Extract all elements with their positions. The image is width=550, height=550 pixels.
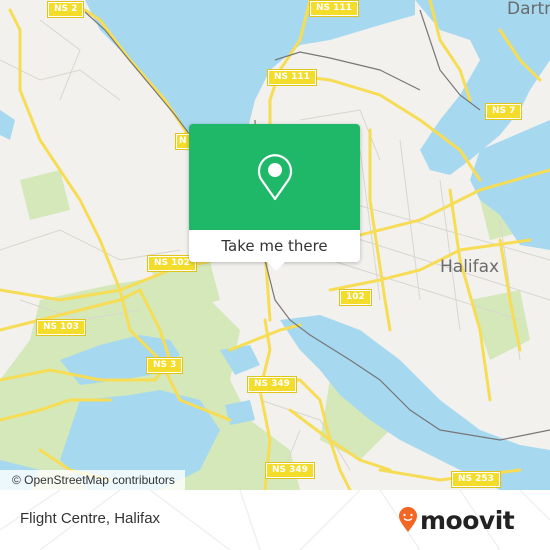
city-label-halifax: Halifax — [440, 257, 500, 277]
place-title: Flight Centre, Halifax — [20, 510, 161, 527]
road-shield-ns103: NS 103 — [36, 319, 86, 336]
road-shield-partial: N — [175, 133, 191, 150]
road-shield-ns7: NS 7 — [484, 103, 523, 120]
moovit-pin-icon — [399, 507, 417, 532]
map-attribution[interactable]: © OpenStreetMap contributors — [0, 470, 185, 490]
location-popup: Take me there — [189, 124, 360, 271]
road-shield-ns2: NS 2 — [46, 1, 85, 18]
road-shield-102: 102 — [339, 289, 372, 306]
city-label-dartmouth: Dartm — [507, 0, 550, 19]
moovit-logo[interactable]: moovit — [398, 502, 515, 538]
moovit-wordmark: moovit — [420, 505, 515, 535]
take-me-there-button[interactable]: Take me there — [189, 230, 360, 262]
footer: Flight Centre, Halifax moovit — [0, 490, 550, 550]
popup-header — [189, 124, 360, 230]
map-canvas[interactable]: NS 2 NS 111 NS 111 NS 7 NS 102 NS 103 NS… — [0, 0, 550, 490]
popup-pointer — [267, 262, 285, 271]
road-shield-ns111: NS 111 — [309, 0, 359, 17]
road-shield-ns111: NS 111 — [267, 69, 317, 86]
road-shield-ns253: NS 253 — [451, 471, 501, 488]
map-pin-icon — [257, 154, 293, 201]
road-shield-ns349: NS 349 — [247, 376, 297, 393]
road-shield-ns3: NS 3 — [145, 357, 184, 374]
road-shield-ns349: NS 349 — [265, 462, 315, 479]
